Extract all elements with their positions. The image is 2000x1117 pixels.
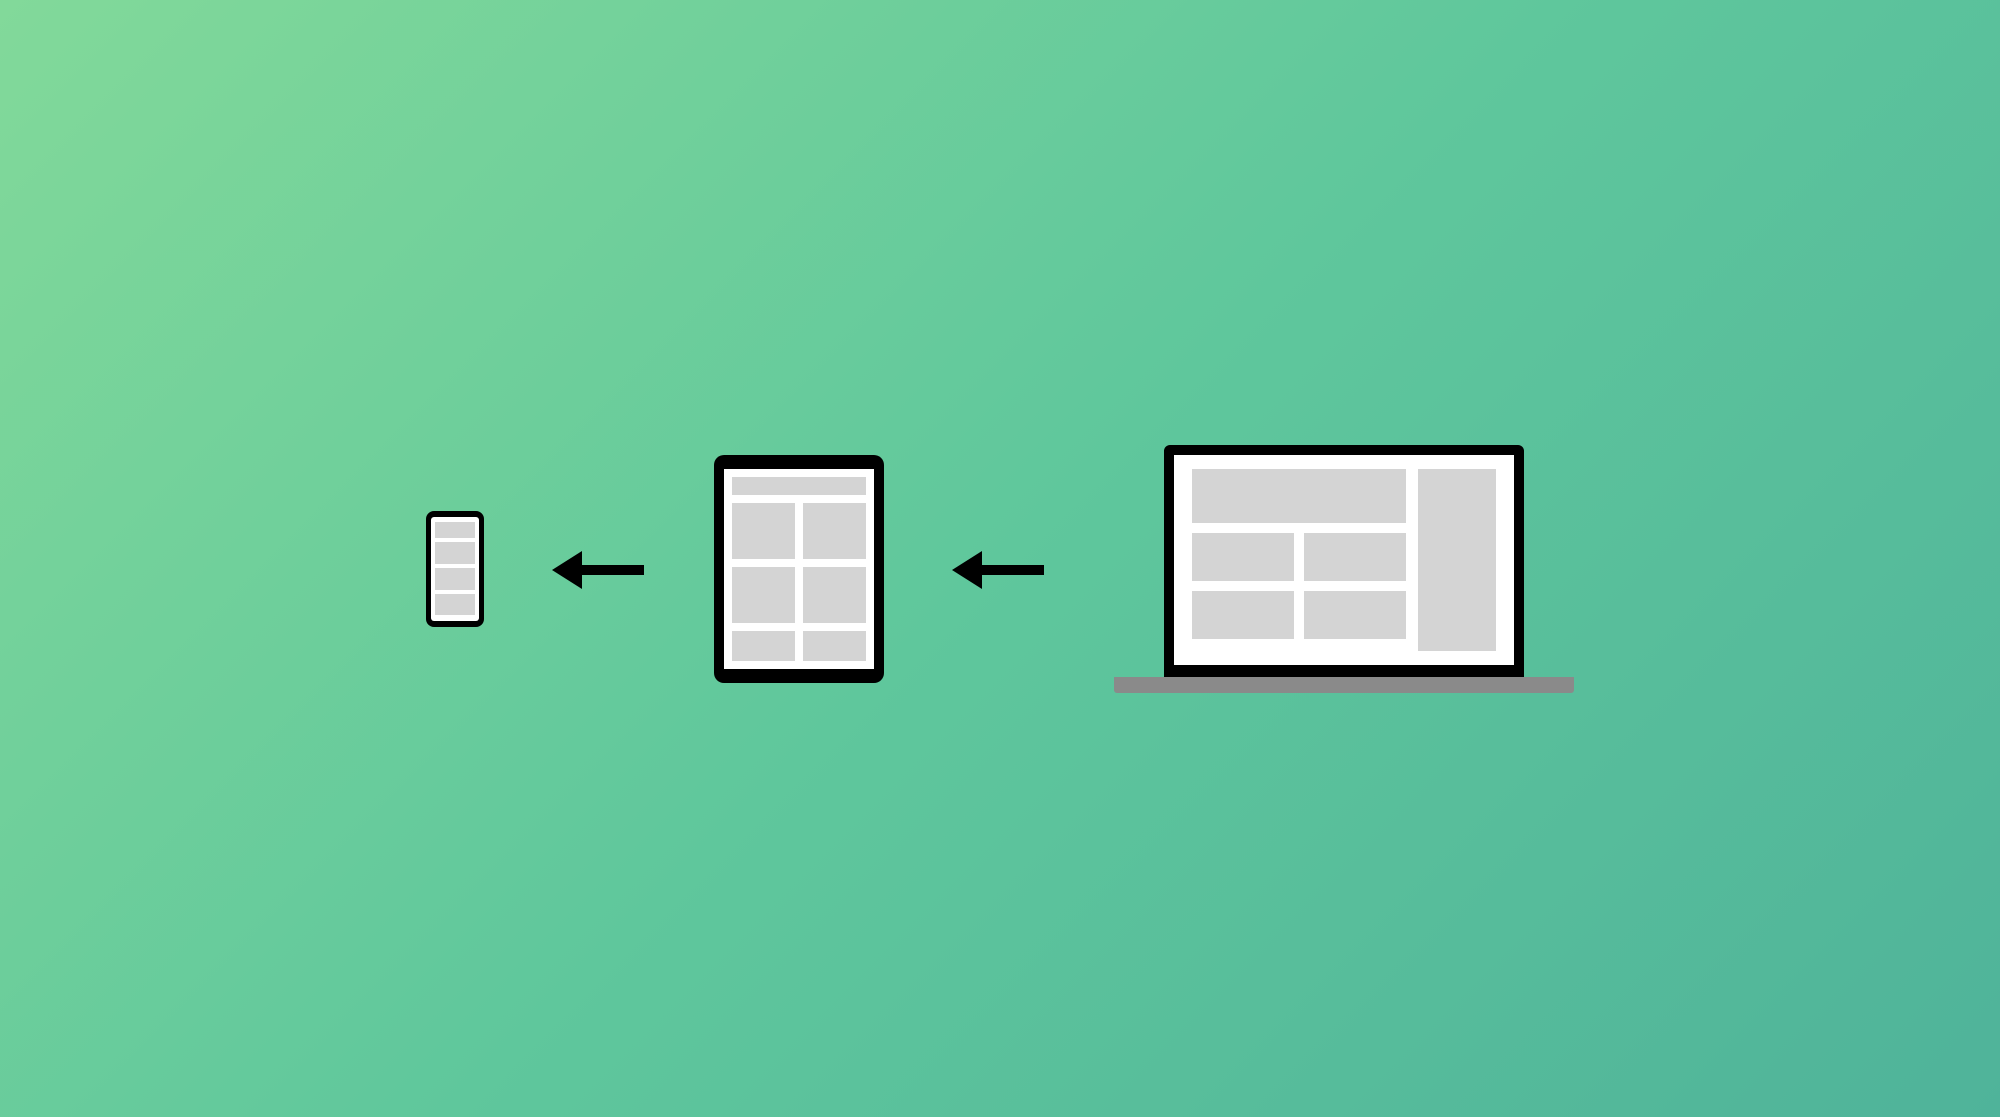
- content-block: [803, 631, 866, 661]
- content-row: [732, 567, 866, 623]
- arrow-left-icon: [544, 539, 654, 599]
- content-block: [803, 567, 866, 623]
- content-block: [732, 631, 795, 661]
- laptop-device-icon: [1114, 445, 1574, 693]
- laptop-main-column: [1192, 469, 1406, 651]
- tablet-device-icon: [714, 455, 884, 683]
- content-row: [1192, 591, 1406, 639]
- arrow-left-icon: [944, 539, 1054, 599]
- content-block: [732, 567, 795, 623]
- phone-column: [426, 511, 484, 627]
- content-block: [435, 522, 475, 539]
- content-block: [1192, 533, 1294, 581]
- tablet-column: [714, 455, 884, 683]
- content-block: [732, 477, 866, 495]
- laptop-screen: [1174, 455, 1514, 665]
- phone-device-icon: [426, 511, 484, 627]
- phone-notch-icon: [445, 513, 465, 516]
- content-block: [732, 503, 795, 559]
- content-row: [732, 631, 866, 661]
- content-block: [1192, 469, 1406, 523]
- laptop-base: [1114, 677, 1574, 693]
- content-block: [435, 594, 475, 616]
- phone-screen: [431, 517, 479, 621]
- content-block: [1304, 533, 1406, 581]
- content-row: [732, 503, 866, 559]
- content-block: [1304, 591, 1406, 639]
- content-block: [435, 568, 475, 590]
- content-block: [435, 542, 475, 564]
- responsive-diagram: [0, 0, 2000, 1117]
- laptop-lid: [1164, 445, 1524, 677]
- laptop-column: [1114, 445, 1574, 693]
- content-block: [803, 503, 866, 559]
- tablet-screen: [724, 469, 874, 669]
- content-row: [1192, 533, 1406, 581]
- content-block: [1192, 591, 1294, 639]
- content-block: [1418, 469, 1496, 651]
